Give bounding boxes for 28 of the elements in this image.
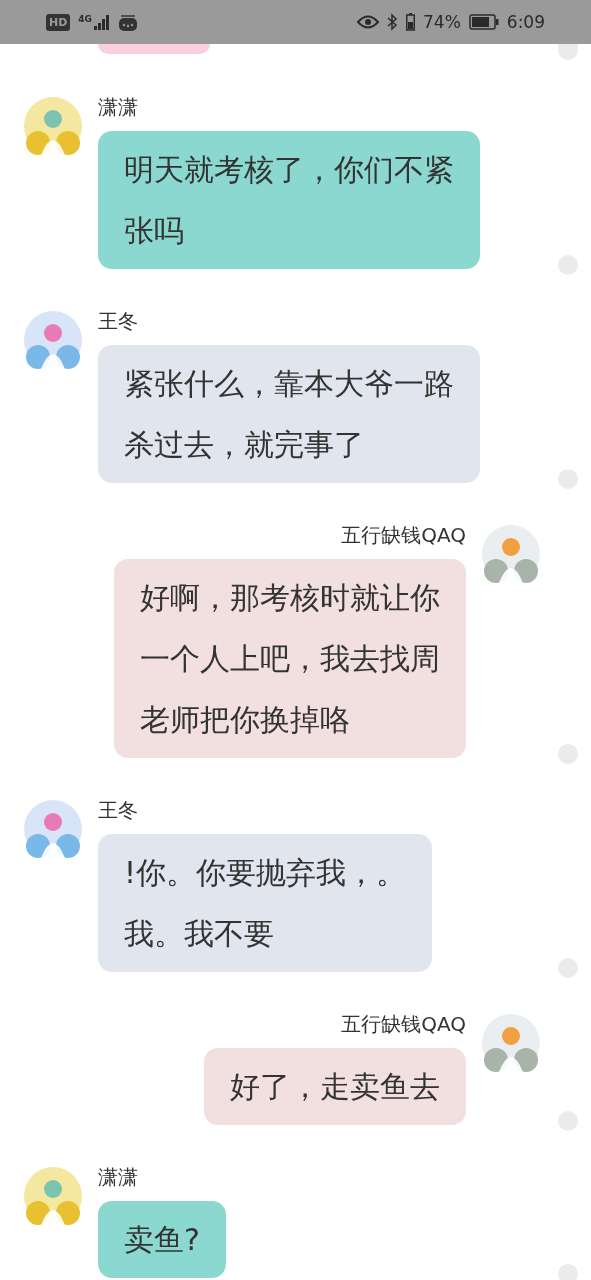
message-bubble: 好啊，那考核时就让你 一个人上吧，我去找周 老师把你换掉咯 bbox=[114, 559, 466, 758]
hd-badge: HD bbox=[46, 13, 71, 31]
game-controller-icon bbox=[118, 12, 138, 32]
message-bubble: 紧张什么，靠本大爷一路 杀过去，就完事了 bbox=[98, 345, 480, 483]
message-bubble: 明天就考核了，你们不紧 张吗 bbox=[98, 131, 480, 269]
sender-name: 五行缺钱QAQ bbox=[341, 523, 466, 547]
avatar[interactable] bbox=[24, 1167, 82, 1225]
avatar[interactable] bbox=[482, 525, 540, 583]
bluetooth-icon bbox=[387, 13, 398, 31]
battery-percentage: 74% bbox=[423, 12, 461, 32]
avatar[interactable] bbox=[24, 800, 82, 858]
message-bubble: 卖鱼? bbox=[98, 1201, 226, 1278]
avatar[interactable] bbox=[24, 311, 82, 369]
avatar[interactable] bbox=[482, 1014, 540, 1072]
signal-icon bbox=[94, 14, 110, 30]
battery-icon bbox=[468, 14, 499, 30]
sender-name: 潇潇 bbox=[98, 95, 139, 119]
battery-icon bbox=[406, 13, 415, 31]
sender-name: 王冬 bbox=[98, 309, 139, 333]
sender-name: 五行缺钱QAQ bbox=[341, 1012, 466, 1036]
message-bubble: 好了，走卖鱼去 bbox=[204, 1048, 466, 1125]
avatar[interactable] bbox=[24, 97, 82, 155]
eye-icon bbox=[357, 15, 379, 29]
sender-name: 潇潇 bbox=[98, 1165, 139, 1189]
sender-name: 王冬 bbox=[98, 798, 139, 822]
clock-time: 6:09 bbox=[506, 12, 545, 32]
network-type: 4G bbox=[78, 14, 92, 24]
message-bubble: !你。你要抛弃我，。 我。我不要 bbox=[98, 834, 433, 972]
